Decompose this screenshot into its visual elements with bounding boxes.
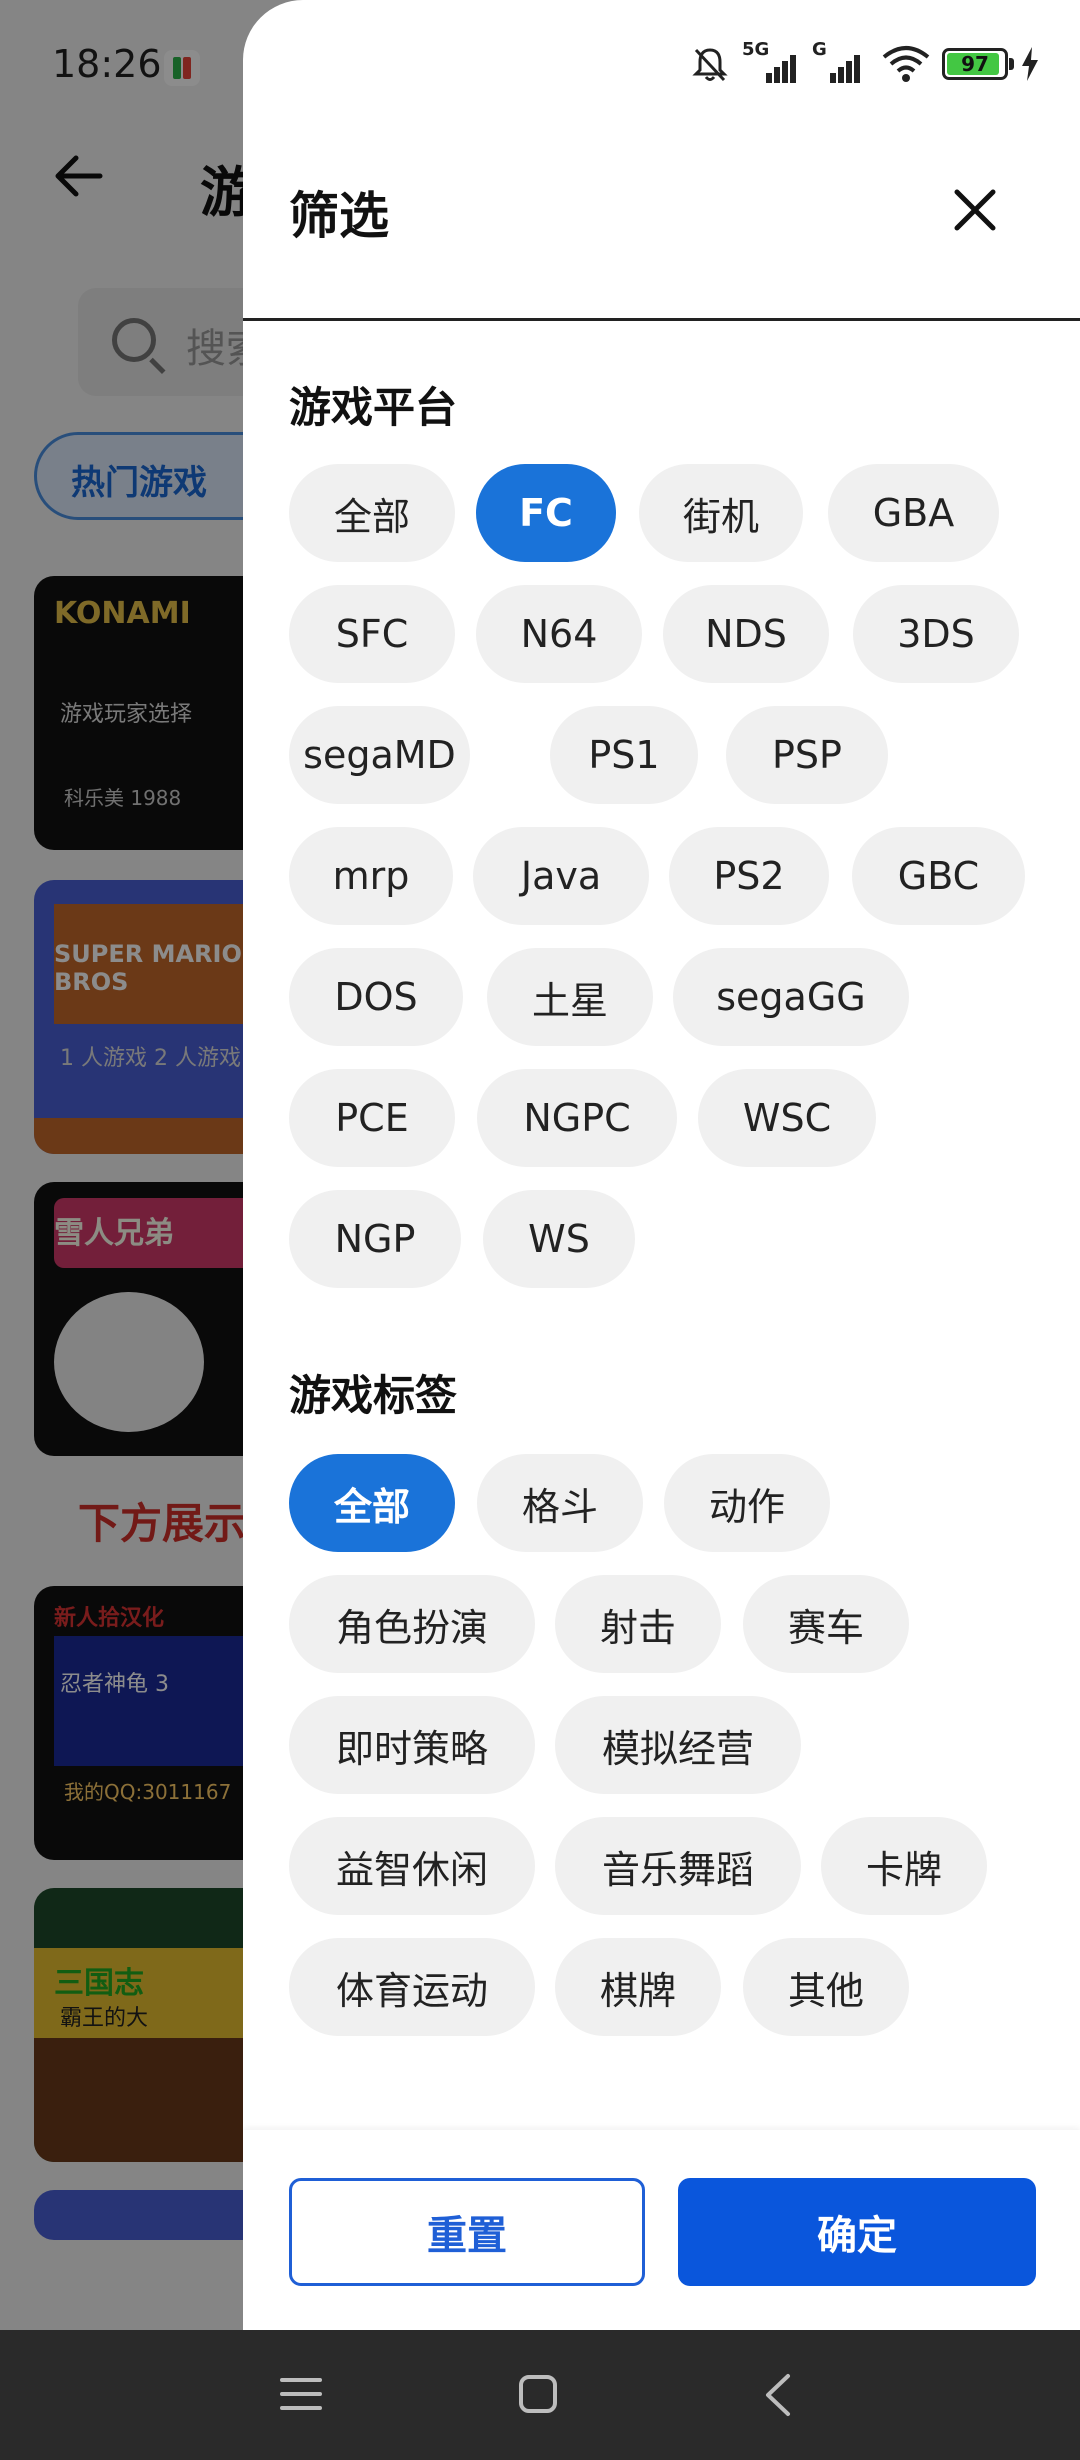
platform-chip[interactable]: GBA [828, 464, 999, 562]
platform-chip[interactable]: 街机 [639, 464, 803, 562]
platform-section-title: 游戏平台 [289, 383, 458, 432]
tag-chip[interactable]: 即时策略 [289, 1696, 535, 1794]
platform-chip[interactable]: PCE [289, 1069, 455, 1167]
tag-chip[interactable]: 卡牌 [821, 1817, 987, 1915]
platform-chip[interactable]: PS1 [550, 706, 698, 804]
platform-chip[interactable]: PS2 [669, 827, 829, 925]
tag-chip[interactable]: 赛车 [743, 1575, 909, 1673]
tag-chip[interactable]: 全部 [289, 1454, 455, 1552]
tag-chip[interactable]: 模拟经营 [555, 1696, 801, 1794]
platform-chip[interactable]: N64 [476, 585, 642, 683]
battery-icon: 97 [942, 48, 1014, 80]
tag-chip[interactable]: 射击 [555, 1575, 721, 1673]
tag-chip[interactable]: 格斗 [477, 1454, 643, 1552]
platform-chip[interactable]: segaMD [289, 706, 470, 804]
tag-chip[interactable]: 棋牌 [555, 1938, 721, 2036]
platform-chip[interactable]: Java [473, 827, 649, 925]
reset-button[interactable]: 重置 [289, 2178, 645, 2286]
tag-chip[interactable]: 体育运动 [289, 1938, 535, 2036]
charging-bolt-icon [1022, 47, 1038, 81]
platform-chip[interactable]: mrp [289, 827, 453, 925]
platform-chip[interactable]: 全部 [289, 464, 455, 562]
status-bar: 5G G 97 [243, 0, 1080, 140]
header-divider [243, 318, 1080, 321]
platform-chip[interactable]: SFC [289, 585, 455, 683]
system-nav-bar [0, 2330, 1080, 2460]
back-icon[interactable] [762, 2372, 792, 2418]
tag-chip[interactable]: 益智休闲 [289, 1817, 535, 1915]
battery-level: 97 [961, 52, 989, 76]
menu-icon[interactable] [280, 2374, 322, 2414]
platform-chip[interactable]: FC [476, 464, 616, 562]
signal-5g-icon: 5G [742, 39, 800, 83]
signal-icon: G [812, 39, 870, 83]
mute-bell-icon [692, 48, 728, 82]
platform-chip[interactable]: 3DS [853, 585, 1019, 683]
filter-drawer: 5G G 97 筛选 游戏平台 全部 FC 街机 GBA SFC N64 NDS… [243, 0, 1080, 2460]
platform-chip[interactable]: PSP [726, 706, 888, 804]
platform-chip[interactable]: NGP [289, 1190, 461, 1288]
platform-chip[interactable]: WSC [698, 1069, 876, 1167]
tag-chip[interactable]: 角色扮演 [289, 1575, 535, 1673]
wifi-icon [882, 46, 930, 82]
platform-chip[interactable]: NGPC [477, 1069, 677, 1167]
platform-chip[interactable]: WS [483, 1190, 635, 1288]
home-icon[interactable] [518, 2374, 558, 2414]
drawer-title: 筛选 [289, 187, 389, 245]
platform-chip[interactable]: segaGG [673, 948, 909, 1046]
status-icons: 5G G 97 [690, 39, 1040, 84]
close-icon[interactable] [939, 174, 1011, 246]
tag-chip[interactable]: 音乐舞蹈 [555, 1817, 801, 1915]
platform-chip[interactable]: NDS [663, 585, 829, 683]
confirm-button[interactable]: 确定 [678, 2178, 1036, 2286]
platform-chip[interactable]: 土星 [487, 948, 653, 1046]
tag-chip[interactable]: 其他 [743, 1938, 909, 2036]
platform-chip[interactable]: GBC [852, 827, 1025, 925]
tag-section-title: 游戏标签 [289, 1371, 458, 1420]
platform-chip[interactable]: DOS [289, 948, 463, 1046]
tag-chip[interactable]: 动作 [664, 1454, 830, 1552]
